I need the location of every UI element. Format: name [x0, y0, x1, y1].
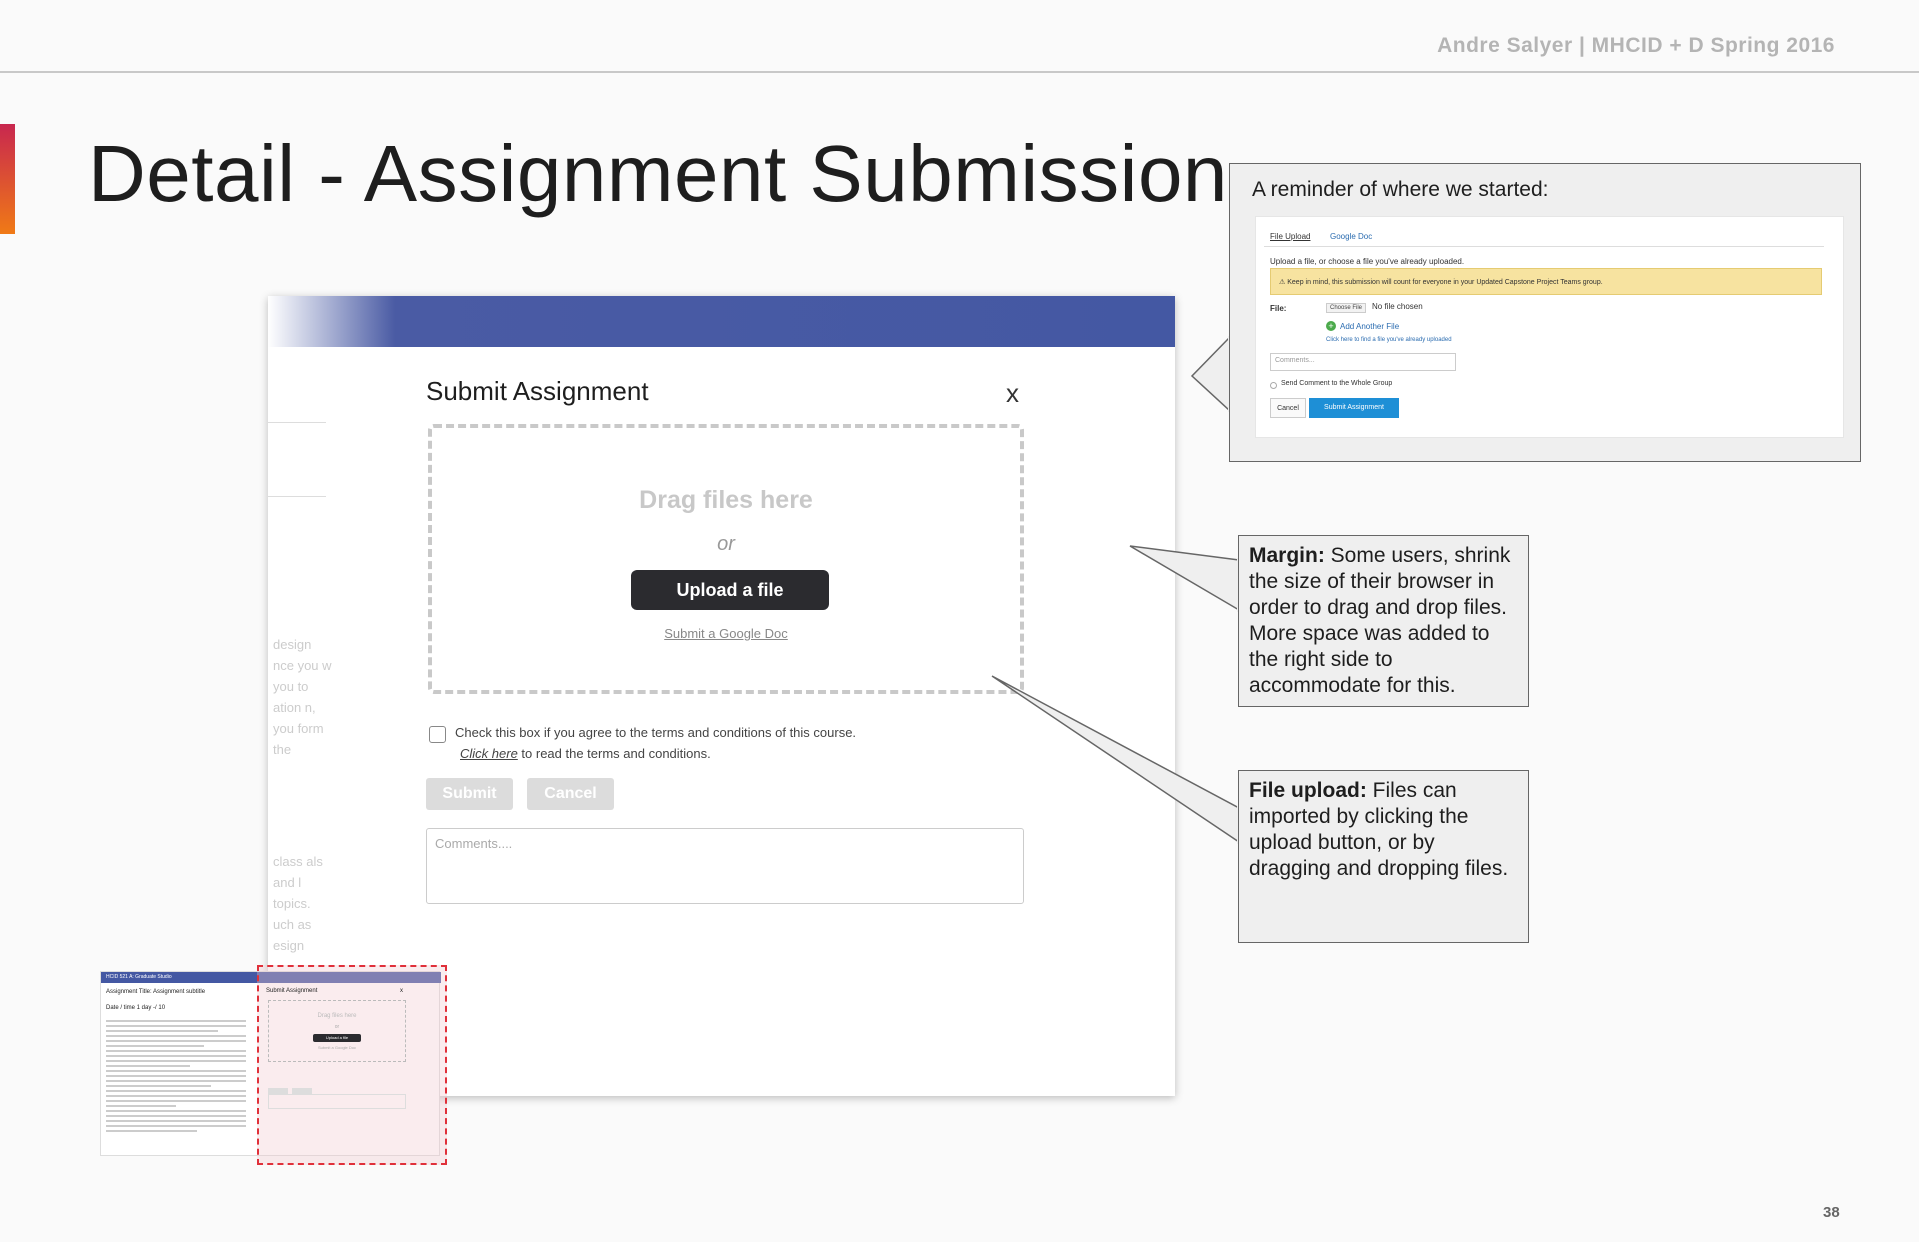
- original-add-file: Add Another File: [1340, 322, 1400, 331]
- margin-pointer: [1129, 545, 1240, 612]
- original-tabs: File Upload Google Doc: [1264, 225, 1824, 247]
- original-comments: Comments...: [1270, 353, 1456, 371]
- original-file-label: File:: [1270, 304, 1287, 313]
- original-radio: [1270, 382, 1277, 389]
- reminder-callout: A reminder of where we started: File Upl…: [1229, 163, 1861, 462]
- original-choose-file: Choose File: [1326, 303, 1367, 313]
- original-cancel-button: Cancel: [1270, 398, 1306, 418]
- original-warning: ⚠ Keep in mind, this submission will cou…: [1270, 268, 1822, 295]
- original-instruction: Upload a file, or choose a file you've a…: [1270, 257, 1465, 266]
- upload-pointer: [991, 675, 1240, 844]
- margin-note-heading: Margin:: [1249, 544, 1325, 567]
- original-submit-button: Submit Assignment: [1309, 398, 1399, 418]
- original-upload-screenshot: File Upload Google Doc Upload a file, or…: [1255, 216, 1844, 438]
- tab-file-upload: File Upload: [1270, 232, 1311, 241]
- original-no-file: No file chosen: [1372, 302, 1423, 311]
- original-click-here: Click here to find a file you've already…: [1326, 337, 1452, 343]
- file-upload-note: File upload: Files can imported by click…: [1238, 770, 1529, 943]
- tab-google-doc: Google Doc: [1330, 232, 1373, 241]
- reminder-label: A reminder of where we started:: [1252, 178, 1549, 201]
- margin-note: Margin: Some users, shrink the size of t…: [1238, 535, 1529, 707]
- slide-number: 38: [1823, 1204, 1840, 1221]
- original-send-comment: Send Comment to the Whole Group: [1281, 380, 1393, 387]
- warning-icon: ⚠: [1279, 279, 1288, 286]
- original-warning-text: Keep in mind, this submission will count…: [1287, 279, 1603, 286]
- reminder-pointer: [1190, 336, 1230, 412]
- upload-note-heading: File upload:: [1249, 779, 1367, 802]
- plus-icon: +: [1326, 321, 1336, 331]
